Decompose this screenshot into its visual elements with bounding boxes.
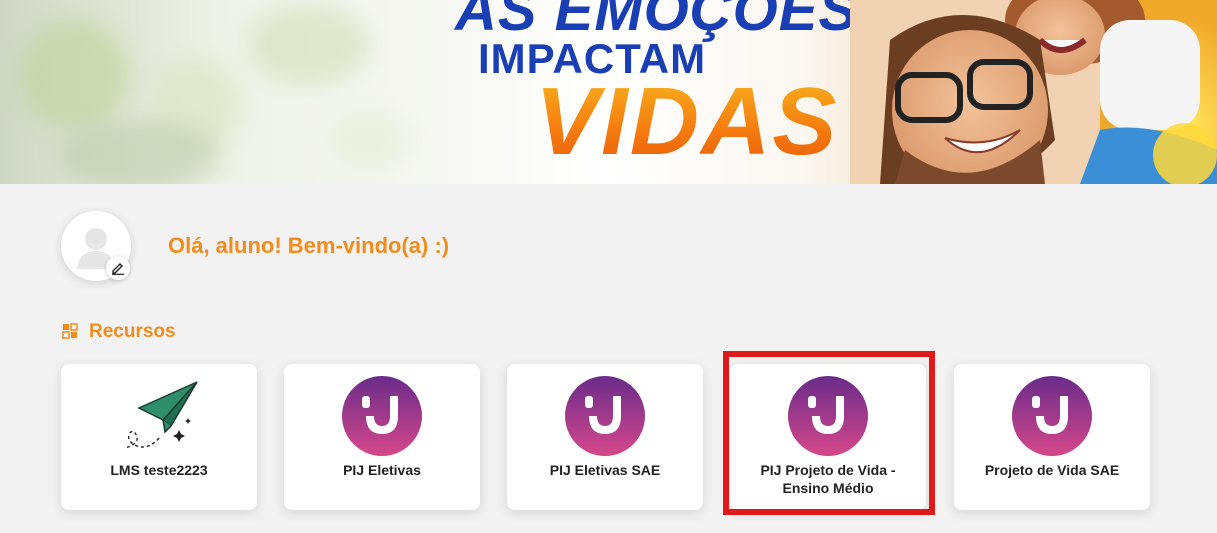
hero-banner: AS EMOÇÕES IMPACTAM VIDAS — [0, 0, 1217, 184]
resource-card-label: Projeto de Vida SAE — [984, 462, 1120, 478]
resource-card-projeto-de-vida-sae[interactable]: Projeto de Vida SAE — [954, 364, 1150, 510]
resources-title: Recursos — [89, 321, 176, 342]
smile-logo-icon — [565, 376, 645, 456]
smile-logo-icon — [1012, 376, 1092, 456]
pencil-icon — [112, 263, 124, 275]
banner-photo — [850, 0, 1217, 184]
edit-avatar-button[interactable] — [106, 256, 130, 280]
smile-logo-icon — [342, 376, 422, 456]
resource-card-label: PIJ Eletivas — [343, 462, 421, 478]
greeting-text: Olá, aluno! Bem-vindo(a) :) — [168, 233, 450, 258]
resource-card-label: PIJ Eletivas SAE — [549, 462, 661, 478]
resource-card-pij-eletivas[interactable]: PIJ Eletivas — [284, 364, 480, 510]
resource-card-lms[interactable]: LMS teste2223 — [61, 364, 257, 510]
resource-card-label: LMS teste2223 — [110, 462, 208, 478]
banner-headline-line3: VIDAS — [535, 68, 839, 175]
highlight-box — [723, 351, 935, 515]
banner-headline-line1: AS EMOÇÕES — [455, 0, 859, 43]
grid-icon — [62, 323, 78, 339]
resource-card-pij-eletivas-sae[interactable]: PIJ Eletivas SAE — [507, 364, 703, 510]
paper-plane-icon — [124, 381, 198, 449]
